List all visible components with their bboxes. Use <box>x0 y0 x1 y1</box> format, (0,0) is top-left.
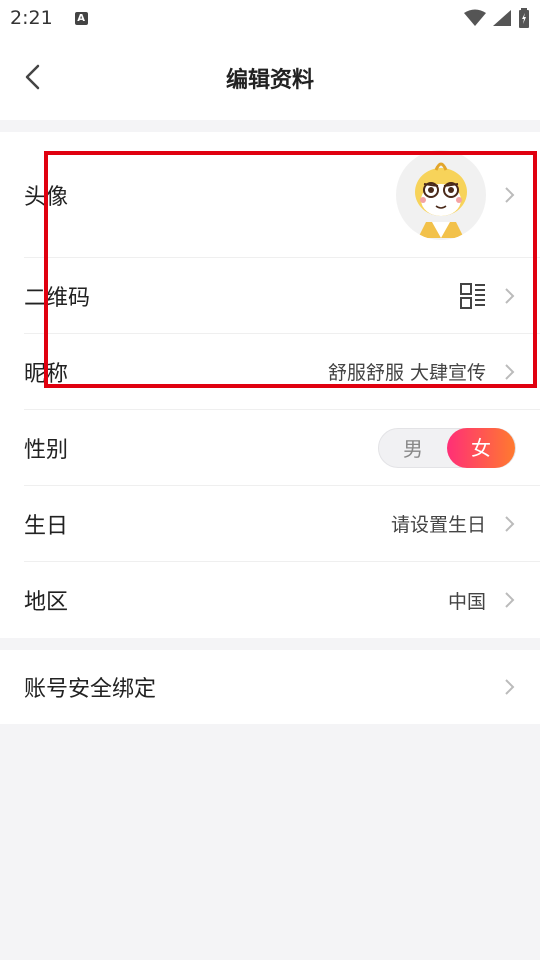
nav-bar: 编辑资料 <box>0 36 540 120</box>
chevron-right-icon <box>505 515 515 532</box>
back-arrow-icon[interactable] <box>18 62 48 92</box>
section-gap <box>0 120 540 132</box>
qr-code-icon <box>460 282 485 309</box>
account-security-label: 账号安全绑定 <box>24 677 157 702</box>
birthday-value: 请设置生日 <box>390 514 486 536</box>
page-title: 编辑资料 <box>225 68 314 93</box>
status-bar: 2:21 A <box>0 0 540 36</box>
avatar[interactable] <box>396 149 486 240</box>
region-label: 地区 <box>24 590 69 615</box>
region-row[interactable]: 地区 中国 <box>24 562 540 638</box>
qr-code-row[interactable]: 二维码 <box>24 258 540 334</box>
gender-row: 性别 男 女 <box>24 410 540 486</box>
chevron-right-icon <box>505 363 515 380</box>
wifi-icon <box>464 9 486 26</box>
account-section: 账号安全绑定 <box>0 650 540 724</box>
region-value: 中国 <box>447 590 486 613</box>
status-time: 2:21 <box>10 7 53 29</box>
profile-section: 头像 二维码 昵称 舒服舒服 大肆宣传 性别 男 女 生日 请设置生日 地区 中… <box>0 132 540 638</box>
account-security-row[interactable]: 账号安全绑定 <box>24 650 540 724</box>
gender-toggle[interactable]: 男 女 <box>378 427 516 468</box>
gender-female-option[interactable]: 女 <box>447 427 515 468</box>
cartoon-avatar-icon <box>415 162 467 238</box>
signal-icon <box>493 10 511 26</box>
nickname-value: 舒服舒服 大肆宣传 <box>327 362 486 384</box>
chevron-right-icon <box>505 186 515 203</box>
nickname-label: 昵称 <box>24 361 69 387</box>
qr-code-label: 二维码 <box>24 285 91 311</box>
nickname-row[interactable]: 昵称 舒服舒服 大肆宣传 <box>24 334 540 410</box>
status-icons <box>464 8 530 28</box>
birthday-row[interactable]: 生日 请设置生日 <box>24 486 540 562</box>
gender-label: 性别 <box>24 437 69 463</box>
avatar-label: 头像 <box>24 184 69 210</box>
chevron-right-icon <box>505 679 515 695</box>
birthday-label: 生日 <box>24 513 69 539</box>
chevron-right-icon <box>505 592 515 608</box>
notification-a-icon: A <box>74 11 88 25</box>
section-gap <box>0 638 540 650</box>
avatar-row[interactable]: 头像 <box>24 132 540 258</box>
gender-male-option[interactable]: 男 <box>379 433 447 462</box>
battery-icon <box>519 8 529 28</box>
chevron-right-icon <box>505 287 515 304</box>
